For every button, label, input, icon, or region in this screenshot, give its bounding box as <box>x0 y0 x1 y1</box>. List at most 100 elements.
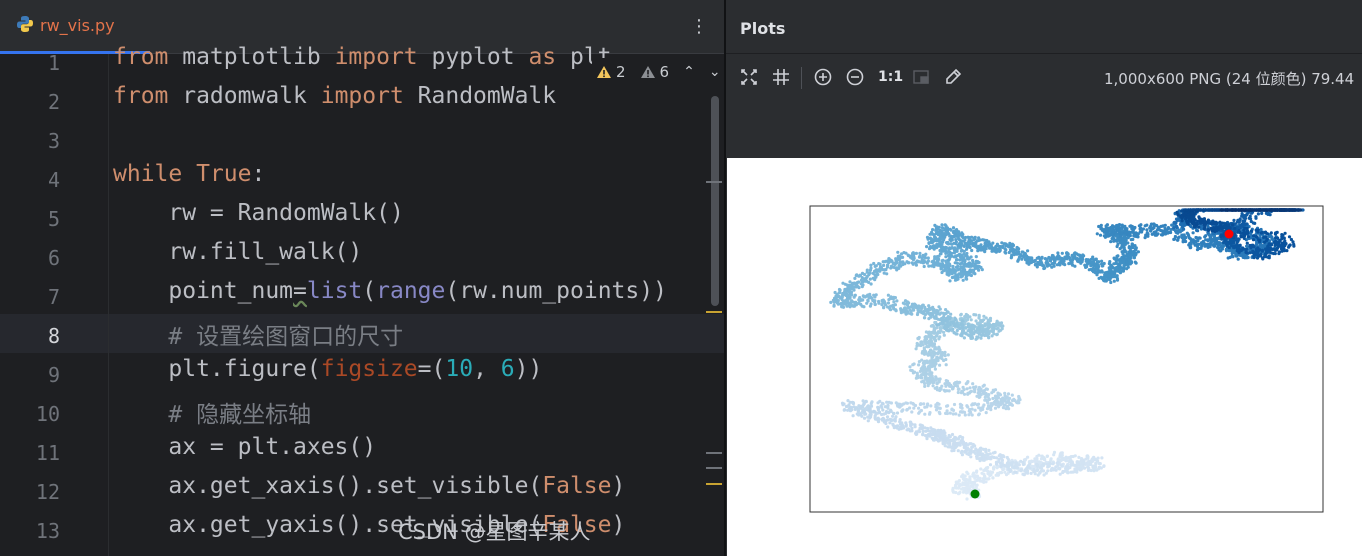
walk-point <box>1245 250 1249 254</box>
walk-point <box>968 269 972 273</box>
walk-point <box>977 332 982 336</box>
walk-point <box>926 368 930 372</box>
scroll-marker[interactable] <box>706 467 722 469</box>
walk-point <box>1246 255 1250 260</box>
scroll-marker[interactable] <box>706 452 722 454</box>
walk-point <box>935 405 939 409</box>
walk-point <box>933 235 937 239</box>
walk-point <box>866 419 870 423</box>
zoom-in-icon[interactable] <box>812 66 834 88</box>
walk-point <box>1208 235 1213 239</box>
walk-point <box>948 384 952 388</box>
walk-point <box>1097 265 1101 269</box>
walk-point <box>875 268 879 272</box>
grid-icon[interactable] <box>770 66 792 88</box>
walk-point <box>891 418 895 422</box>
walk-point <box>1067 455 1071 460</box>
walk-point <box>1070 463 1074 467</box>
walk-point <box>1254 216 1258 220</box>
walk-point <box>1192 241 1196 245</box>
scroll-marker-warning[interactable] <box>706 311 722 313</box>
walk-point <box>965 247 969 251</box>
walk-point <box>1115 223 1119 228</box>
walk-point <box>992 326 996 331</box>
walk-point <box>956 480 960 484</box>
walk-point <box>949 228 953 232</box>
walk-point <box>911 253 915 257</box>
zoom-out-icon[interactable] <box>844 66 866 88</box>
walk-point <box>874 264 878 268</box>
walk-point <box>869 415 873 419</box>
scroll-marker-warning[interactable] <box>706 483 722 485</box>
walk-point <box>921 433 925 437</box>
walk-point <box>924 434 928 438</box>
walk-point <box>874 293 878 297</box>
walk-point <box>941 245 945 249</box>
walk-point <box>1216 240 1220 244</box>
scroll-marker[interactable] <box>706 181 722 183</box>
walk-point <box>938 386 942 390</box>
editor-scrollbar-thumb[interactable] <box>711 96 719 306</box>
code-line-5: rw = RandomWalk() <box>113 200 404 226</box>
walk-point <box>918 423 922 427</box>
walk-point <box>951 408 956 412</box>
walk-point <box>1029 471 1033 475</box>
walk-point <box>898 404 902 409</box>
walk-point <box>1005 464 1009 468</box>
walk-point <box>1092 267 1096 271</box>
eyedropper-icon[interactable] <box>942 66 964 88</box>
walk-point <box>846 283 850 287</box>
walk-point <box>1139 223 1143 227</box>
walk-point <box>1059 463 1063 467</box>
walk-point <box>1087 468 1091 472</box>
walk-point <box>905 401 909 405</box>
walk-point <box>1156 226 1160 230</box>
walk-point <box>920 376 924 380</box>
walk-point <box>977 265 981 269</box>
code-editor[interactable]: rw_vis.py ⋮ 1 2 3 4 5 6 7 8 9 10 11 12 1… <box>0 0 724 556</box>
walk-point <box>1110 271 1114 275</box>
code-line-2: from radomwalk import RandomWalk <box>113 83 557 109</box>
walk-point <box>981 329 985 333</box>
walk-point <box>1032 259 1036 263</box>
fit-screen-icon[interactable] <box>738 66 760 88</box>
walk-point <box>1120 243 1124 247</box>
walk-point <box>876 416 880 420</box>
walk-point <box>996 391 1000 395</box>
walk-point <box>963 413 967 417</box>
walk-point <box>915 305 919 309</box>
walk-point <box>854 273 858 278</box>
gutter-separator <box>108 54 109 556</box>
walk-point <box>1010 393 1014 397</box>
walk-point <box>893 303 897 307</box>
walk-point <box>853 276 857 280</box>
walk-point <box>970 323 974 327</box>
walk-point <box>981 248 985 252</box>
actual-size-button[interactable]: 1:1 <box>878 69 903 85</box>
walk-point <box>987 322 992 326</box>
walk-point <box>990 334 994 338</box>
walk-point <box>1026 455 1030 459</box>
inspection-widget[interactable]: 2 6 ⌃ ⌄ <box>592 58 724 86</box>
walk-point <box>922 402 926 406</box>
walk-point <box>985 387 989 391</box>
chevron-down-icon[interactable]: ⌄ <box>709 64 721 80</box>
walk-point <box>923 349 927 353</box>
walk-point <box>1109 240 1113 244</box>
walk-point <box>898 257 902 261</box>
plot-viewer[interactable] <box>726 99 1362 556</box>
walk-point <box>920 380 924 384</box>
walk-point <box>927 412 932 416</box>
walk-point <box>1191 231 1195 235</box>
walk-point <box>992 455 996 460</box>
line-number: 2 <box>47 90 60 114</box>
walk-point <box>932 351 937 355</box>
chevron-up-icon[interactable]: ⌃ <box>683 64 695 80</box>
walk-point <box>927 317 931 321</box>
walk-point <box>960 449 964 453</box>
walk-point <box>988 463 993 467</box>
walk-point <box>981 333 985 337</box>
more-options-icon[interactable]: ⋮ <box>690 17 708 37</box>
walk-point <box>953 261 957 265</box>
chessboard-icon[interactable] <box>910 66 932 88</box>
